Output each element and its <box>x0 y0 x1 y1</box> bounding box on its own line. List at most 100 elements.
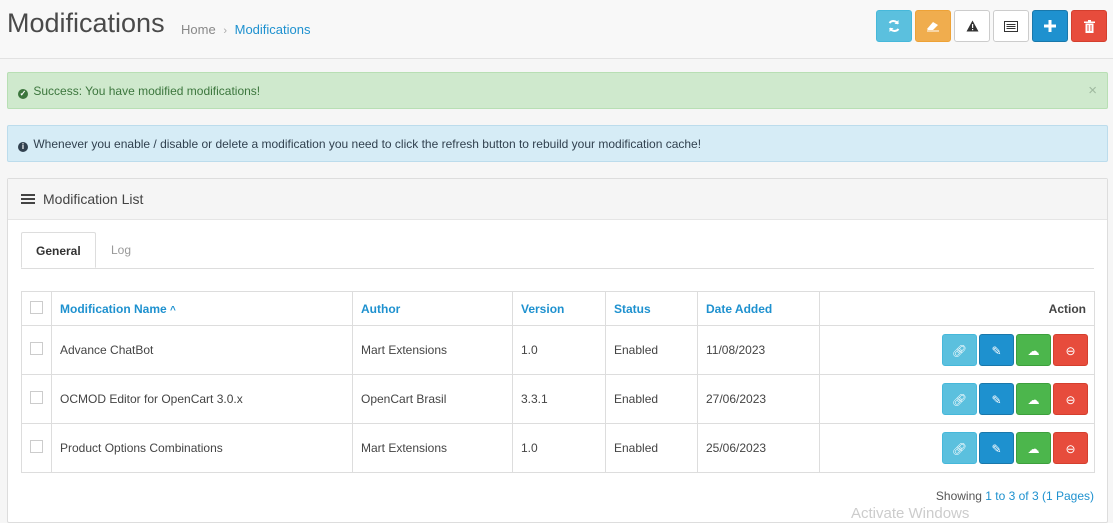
row-checkbox[interactable] <box>30 391 43 404</box>
warning-button[interactable] <box>954 10 990 42</box>
modification-list-panel: Modification List General Log Modificati… <box>7 178 1108 523</box>
cell-name: Advance ChatBot <box>51 325 353 375</box>
check-circle-icon: ✓ <box>18 89 28 99</box>
minus-circle-icon: ⊖ <box>1065 344 1076 358</box>
pagination-text: Showing 1 to 3 of 3 (1 Pages) <box>936 489 1094 503</box>
row-checkbox[interactable] <box>30 342 43 355</box>
disable-button[interactable]: ⊖ <box>1053 432 1088 464</box>
pencil-icon: ✎ <box>991 393 1002 407</box>
edit-button[interactable]: ✎ <box>979 383 1014 415</box>
log-button[interactable] <box>993 10 1029 42</box>
select-all-cell <box>21 291 52 326</box>
link-icon: 🔗︎ <box>951 442 968 456</box>
sort-asc-icon: ^ <box>170 304 176 316</box>
column-status[interactable]: Status <box>605 291 698 326</box>
column-action: Action <box>819 291 1095 326</box>
os-watermark: Activate Windows <box>851 505 970 522</box>
info-alert: i Whenever you enable / disable or delet… <box>7 125 1108 162</box>
tabs: General Log <box>21 232 1094 269</box>
minus-circle-icon: ⊖ <box>1065 442 1076 456</box>
tab-general[interactable]: General <box>21 232 96 268</box>
breadcrumb: Home › Modifications <box>181 22 310 37</box>
minus-circle-icon: ⊖ <box>1065 393 1076 407</box>
cell-author: OpenCart Brasil <box>352 374 513 424</box>
cell-version: 3.3.1 <box>512 374 606 424</box>
row-checkbox[interactable] <box>30 440 43 453</box>
column-name-label[interactable]: Modification Name <box>60 302 167 316</box>
warning-icon <box>966 20 978 32</box>
row-select-cell <box>21 325 52 375</box>
cell-author: Mart Extensions <box>352 423 513 473</box>
cell-date-added: 27/06/2023 <box>697 374 820 424</box>
close-icon[interactable]: × <box>1088 82 1097 99</box>
cell-actions: 🔗︎ ✎ ☁ ⊖ <box>819 374 1095 424</box>
download-button[interactable]: ☁ <box>1016 432 1051 464</box>
column-version[interactable]: Version <box>512 291 606 326</box>
column-date-added[interactable]: Date Added <box>697 291 820 326</box>
cell-actions: 🔗︎ ✎ ☁ ⊖ <box>819 423 1095 473</box>
cell-actions: 🔗︎ ✎ ☁ ⊖ <box>819 325 1095 375</box>
add-button[interactable] <box>1032 10 1068 42</box>
link-button[interactable]: 🔗︎ <box>942 383 977 415</box>
list-alt-icon <box>1004 20 1018 32</box>
info-message: Whenever you enable / disable or delete … <box>33 137 702 151</box>
breadcrumb-current[interactable]: Modifications <box>235 22 311 37</box>
cell-date-added: 11/08/2023 <box>697 325 820 375</box>
delete-button[interactable] <box>1071 10 1107 42</box>
cell-version: 1.0 <box>512 423 606 473</box>
row-select-cell <box>21 423 52 473</box>
edit-button[interactable]: ✎ <box>979 432 1014 464</box>
info-circle-icon: i <box>18 142 28 152</box>
row-select-cell <box>21 374 52 424</box>
success-alert: ✓ Success: You have modified modificatio… <box>7 72 1108 109</box>
cell-name: Product Options Combinations <box>51 423 353 473</box>
disable-button[interactable]: ⊖ <box>1053 383 1088 415</box>
cell-date-added: 25/06/2023 <box>697 423 820 473</box>
breadcrumb-home[interactable]: Home <box>181 22 216 37</box>
clear-button[interactable] <box>915 10 951 42</box>
toolbar <box>876 10 1107 42</box>
trash-icon <box>1083 19 1095 33</box>
tab-log[interactable]: Log <box>97 232 145 268</box>
modifications-table: Modification Name ^ Author Version Statu… <box>21 291 1095 473</box>
refresh-button[interactable] <box>876 10 912 42</box>
cell-version: 1.0 <box>512 325 606 375</box>
link-icon: 🔗︎ <box>951 344 968 358</box>
table-row: Advance ChatBot Mart Extensions 1.0 Enab… <box>21 325 1095 375</box>
table-header-row: Modification Name ^ Author Version Statu… <box>21 291 1095 326</box>
link-button[interactable]: 🔗︎ <box>942 334 977 366</box>
pagination-range: 1 to 3 of 3 (1 Pages) <box>985 489 1094 503</box>
cell-status: Enabled <box>605 423 698 473</box>
cell-status: Enabled <box>605 374 698 424</box>
cloud-download-icon: ☁ <box>1027 393 1040 407</box>
link-button[interactable]: 🔗︎ <box>942 432 977 464</box>
cell-status: Enabled <box>605 325 698 375</box>
column-author[interactable]: Author <box>352 291 513 326</box>
column-name[interactable]: Modification Name ^ <box>51 291 353 326</box>
panel-heading: Modification List <box>8 179 1107 220</box>
link-icon: 🔗︎ <box>951 393 968 407</box>
cell-author: Mart Extensions <box>352 325 513 375</box>
edit-button[interactable]: ✎ <box>979 334 1014 366</box>
cell-name: OCMOD Editor for OpenCart 3.0.x <box>51 374 353 424</box>
list-icon <box>21 192 35 206</box>
breadcrumb-separator: › <box>223 25 227 37</box>
table-row: OCMOD Editor for OpenCart 3.0.x OpenCart… <box>21 374 1095 424</box>
select-all-checkbox[interactable] <box>30 300 43 314</box>
success-message: Success: You have modified modifications… <box>33 84 261 98</box>
page-title: Modifications <box>7 8 165 38</box>
page-header: Modifications Home › Modifications <box>0 0 1113 59</box>
cloud-download-icon: ☁ <box>1027 442 1040 456</box>
disable-button[interactable]: ⊖ <box>1053 334 1088 366</box>
pencil-icon: ✎ <box>991 442 1002 456</box>
refresh-icon <box>888 20 900 32</box>
table-row: Product Options Combinations Mart Extens… <box>21 423 1095 473</box>
pagination-prefix: Showing <box>935 489 982 503</box>
eraser-icon <box>927 22 939 32</box>
cloud-download-icon: ☁ <box>1027 344 1040 358</box>
panel-title: Modification List <box>43 191 144 207</box>
pencil-icon: ✎ <box>991 344 1002 358</box>
plus-icon <box>1044 20 1056 32</box>
download-button[interactable]: ☁ <box>1016 334 1051 366</box>
download-button[interactable]: ☁ <box>1016 383 1051 415</box>
